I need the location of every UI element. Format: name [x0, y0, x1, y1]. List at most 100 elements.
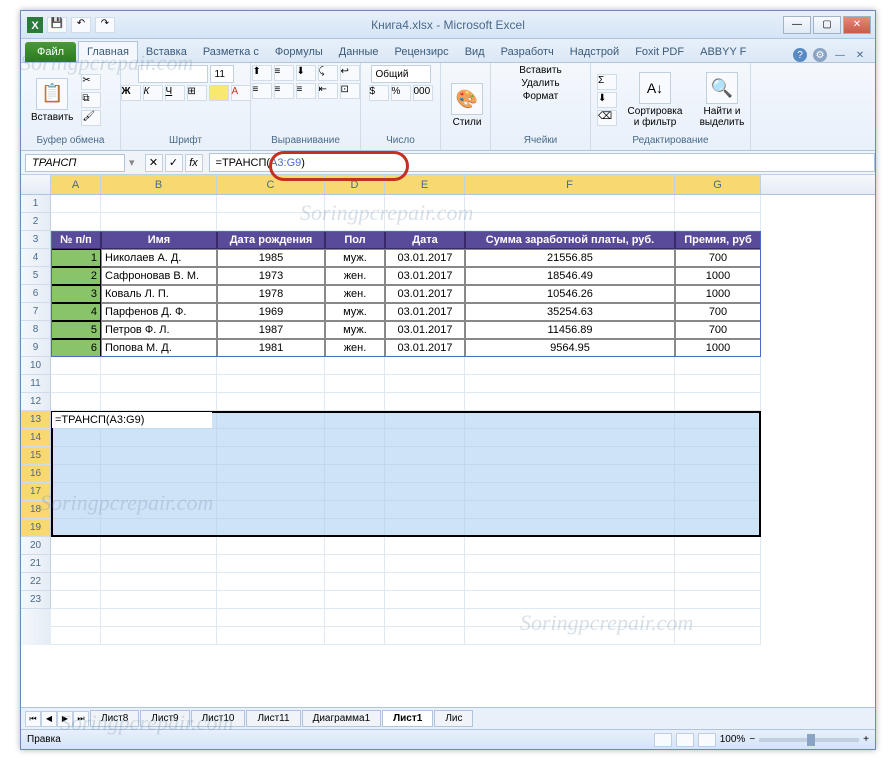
cell[interactable]	[101, 447, 217, 465]
zoom-slider[interactable]	[759, 738, 859, 742]
cell[interactable]	[675, 573, 761, 591]
cell[interactable]	[465, 465, 675, 483]
select-all-corner[interactable]	[21, 175, 51, 194]
row-header-11[interactable]: 11	[21, 375, 51, 393]
cell[interactable]	[101, 195, 217, 213]
fill-button[interactable]: ⬇	[597, 92, 617, 108]
cell[interactable]	[51, 501, 101, 519]
cell[interactable]: жен.	[325, 285, 385, 303]
cell[interactable]	[217, 465, 325, 483]
cell[interactable]	[101, 537, 217, 555]
cell[interactable]	[465, 393, 675, 411]
cell[interactable]	[51, 555, 101, 573]
cell[interactable]: 700	[675, 249, 761, 267]
cell[interactable]	[675, 393, 761, 411]
cell[interactable]	[385, 627, 465, 645]
cell[interactable]	[217, 519, 325, 537]
cancel-formula-button[interactable]: ✕	[145, 154, 163, 172]
cell[interactable]: 03.01.2017	[385, 267, 465, 285]
cell[interactable]	[51, 537, 101, 555]
currency-button[interactable]: $	[369, 85, 389, 101]
cell[interactable]	[51, 591, 101, 609]
percent-button[interactable]: %	[391, 85, 411, 101]
cell[interactable]	[465, 609, 675, 627]
col-header-c[interactable]: C	[217, 175, 325, 194]
zoom-out-button[interactable]: −	[749, 734, 755, 745]
cell[interactable]: Николаев А. Д.	[101, 249, 217, 267]
cell[interactable]	[385, 537, 465, 555]
bold-button[interactable]: Ж	[121, 85, 141, 101]
cell[interactable]	[385, 465, 465, 483]
cell[interactable]	[385, 429, 465, 447]
sheet-tab[interactable]: Лист1	[382, 710, 433, 727]
cell[interactable]: 3	[51, 285, 101, 303]
cell[interactable]	[325, 483, 385, 501]
cell[interactable]: 700	[675, 303, 761, 321]
cell[interactable]: 35254.63	[465, 303, 675, 321]
row-header-23[interactable]: 23	[21, 591, 51, 609]
cell[interactable]: 1981	[217, 339, 325, 357]
autosum-button[interactable]: Σ	[597, 74, 617, 90]
cell[interactable]	[217, 591, 325, 609]
indent-dec-button[interactable]: ⇤	[318, 83, 338, 99]
cell[interactable]	[217, 357, 325, 375]
row-header-8[interactable]: 8	[21, 321, 51, 339]
cell[interactable]: Парфенов Д. Ф.	[101, 303, 217, 321]
cell[interactable]	[385, 555, 465, 573]
cell[interactable]	[465, 375, 675, 393]
cell[interactable]	[101, 519, 217, 537]
row-header-12[interactable]: 12	[21, 393, 51, 411]
cell[interactable]	[325, 429, 385, 447]
cell[interactable]	[385, 519, 465, 537]
cell[interactable]	[51, 573, 101, 591]
cell[interactable]	[385, 213, 465, 231]
cell[interactable]	[101, 465, 217, 483]
cell[interactable]	[325, 393, 385, 411]
cell[interactable]: Петров Ф. Л.	[101, 321, 217, 339]
row-header-4[interactable]: 4	[21, 249, 51, 267]
cell[interactable]	[51, 195, 101, 213]
tab-data[interactable]: Данные	[331, 42, 387, 62]
cell[interactable]: 5	[51, 321, 101, 339]
cell[interactable]	[51, 429, 101, 447]
font-name-input[interactable]	[138, 65, 208, 83]
cell[interactable]	[51, 627, 101, 645]
formula-bar[interactable]: =ТРАНСП(A3:G9)	[209, 153, 875, 172]
cell[interactable]	[385, 573, 465, 591]
cell[interactable]	[101, 501, 217, 519]
cell[interactable]	[217, 555, 325, 573]
cell[interactable]: 21556.85	[465, 249, 675, 267]
row-header-3[interactable]: 3	[21, 231, 51, 249]
row-header-2[interactable]: 2	[21, 213, 51, 231]
cell[interactable]	[51, 447, 101, 465]
cell[interactable]	[465, 411, 675, 429]
cell[interactable]	[325, 375, 385, 393]
sort-filter-button[interactable]: A↓ Сортировка и фильтр	[621, 70, 689, 130]
underline-button[interactable]: Ч	[165, 85, 185, 101]
cell[interactable]: 2	[51, 267, 101, 285]
cell[interactable]: 1	[51, 249, 101, 267]
cell[interactable]: Дата	[385, 231, 465, 249]
sheet-tab[interactable]: Лис	[434, 710, 473, 727]
cell[interactable]: 18546.49	[465, 267, 675, 285]
tab-insert[interactable]: Вставка	[138, 42, 195, 62]
tab-nav-last[interactable]: ⏭	[73, 711, 89, 727]
cell[interactable]: 03.01.2017	[385, 249, 465, 267]
row-header-17[interactable]: 17	[21, 483, 51, 501]
cell[interactable]: муж.	[325, 303, 385, 321]
cells-delete-button[interactable]: Удалить	[521, 78, 559, 89]
cell[interactable]: Сумма заработной платы, руб.	[465, 231, 675, 249]
align-right-button[interactable]: ≡	[296, 83, 316, 99]
page-layout-button[interactable]	[676, 733, 694, 747]
row-header-14[interactable]: 14	[21, 429, 51, 447]
cell[interactable]: Пол	[325, 231, 385, 249]
align-top-button[interactable]: ⬆	[252, 65, 272, 81]
cell[interactable]	[465, 501, 675, 519]
align-left-button[interactable]: ≡	[252, 83, 272, 99]
cell[interactable]	[385, 609, 465, 627]
col-header-e[interactable]: E	[385, 175, 465, 194]
cell[interactable]	[325, 195, 385, 213]
cell[interactable]	[675, 555, 761, 573]
cell[interactable]	[51, 519, 101, 537]
align-center-button[interactable]: ≡	[274, 83, 294, 99]
